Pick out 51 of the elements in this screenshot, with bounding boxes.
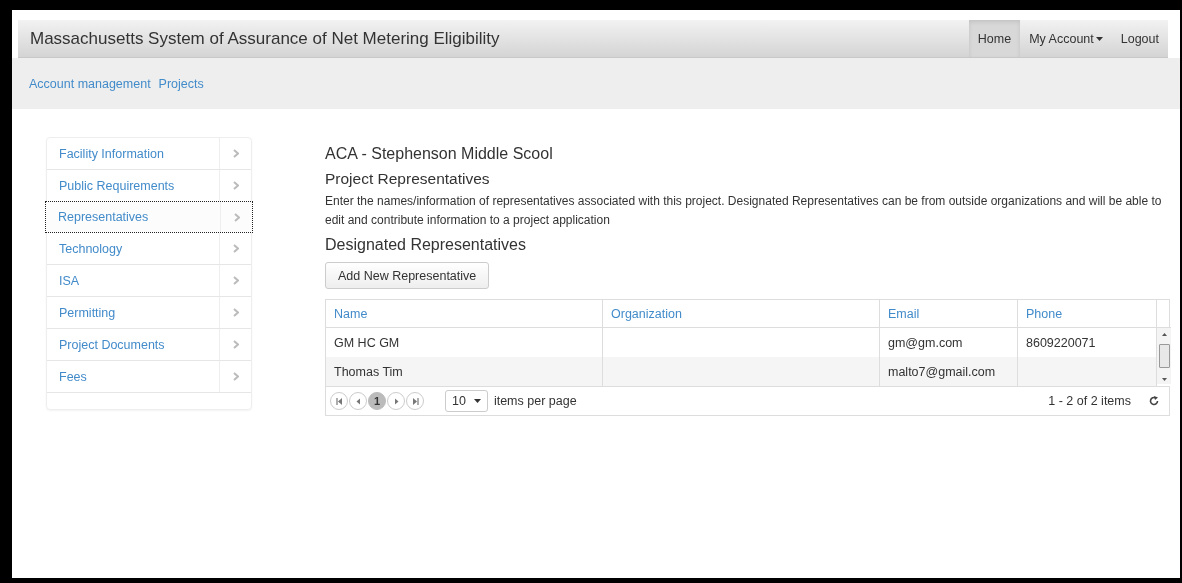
sidebar-item[interactable]: Project Documents (47, 329, 251, 361)
project-title: ACA - Stephenson Middle Scool (325, 145, 554, 164)
chevron-right-icon (232, 149, 239, 158)
previous-page-icon (354, 397, 362, 405)
page-size-label: items per page (493, 394, 577, 408)
table-cell: GM HC GM (334, 335, 400, 350)
section-title: Designated Representatives (325, 236, 527, 255)
nav-link[interactable]: My Account (1020, 20, 1112, 57)
sidebar-item[interactable]: Permitting (47, 297, 251, 329)
chevron-right-icon (232, 340, 239, 349)
chevron-right-icon (232, 276, 239, 285)
sidebar-item[interactable]: Representatives (45, 201, 253, 233)
chevron-right-icon (232, 372, 239, 381)
breadcrumb-link[interactable]: Projects (158, 76, 204, 91)
table-cell: Thomas Tim (334, 364, 403, 379)
next-page-icon (392, 397, 400, 405)
column-header[interactable]: Organization (602, 300, 880, 328)
table-cell: malto7@gmail.com (888, 364, 996, 379)
page-button[interactable]: 1 (368, 392, 386, 410)
sidebar-item[interactable]: Facility Information (47, 138, 251, 170)
scroll-thumb[interactable] (1158, 344, 1170, 368)
table-cell: 8609220071 (1026, 335, 1096, 350)
column-header[interactable]: Email (879, 300, 1018, 328)
nav-link[interactable]: Logout (1111, 20, 1168, 57)
column-header[interactable]: Name (326, 300, 603, 328)
scroll-down-icon (1161, 378, 1167, 381)
page-size-dropdown[interactable]: 10 (445, 390, 488, 412)
caret-icon (1095, 36, 1103, 41)
chevron-right-icon (232, 181, 239, 190)
sidebar-item[interactable]: ISA (47, 265, 251, 297)
refresh-icon (1149, 396, 1159, 406)
add-representative-button[interactable]: Add New Representative (325, 262, 490, 289)
sidebar-item[interactable]: Fees (47, 361, 251, 393)
chevron-right-icon (233, 212, 240, 222)
table-cell: gm@gm.com (888, 335, 963, 350)
refresh-button[interactable] (1149, 396, 1159, 406)
first-page-icon (335, 397, 343, 405)
pager-info: 1 - 2 of 2 items (1048, 394, 1131, 408)
chevron-right-icon (232, 244, 239, 253)
scroll-up-icon (1161, 333, 1167, 336)
scrollbar[interactable] (1157, 328, 1171, 384)
section-title: Project Representatives (325, 170, 491, 189)
description-text: Enter the names/information of representatives associated with this project. Designated Representatives can be from outside organizations and will be able to edit and contribute information to a project application (325, 193, 1163, 229)
caret-icon (473, 399, 481, 403)
last-page-icon (411, 397, 419, 405)
breadcrumb-link[interactable]: Account management (29, 76, 151, 91)
site-title[interactable]: Massachusetts System of Assurance of Net Metering Eligibility (18, 28, 500, 49)
chevron-right-icon (232, 308, 239, 317)
nav-link[interactable]: Home (968, 20, 1021, 57)
column-header[interactable]: Phone (1017, 300, 1157, 328)
sidebar-item[interactable]: Technology (47, 233, 251, 265)
